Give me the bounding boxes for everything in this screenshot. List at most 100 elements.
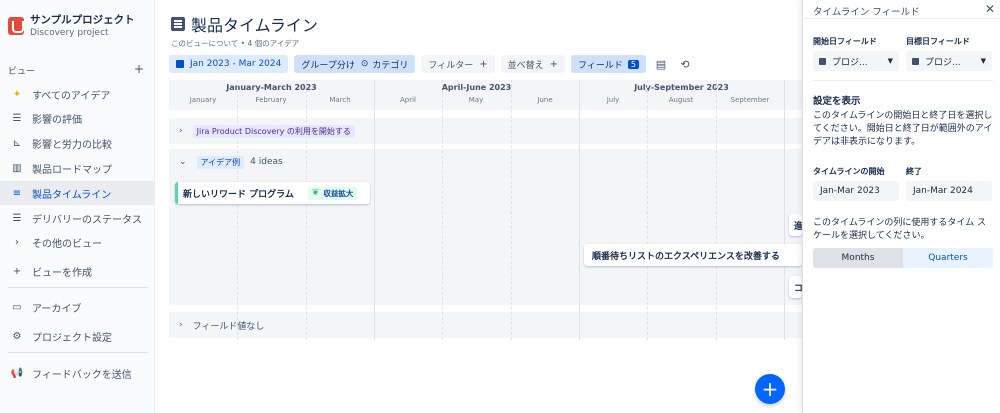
group-by-label: グループ分け — [301, 60, 355, 71]
target-field-select[interactable]: プロジ... ▼ — [906, 51, 992, 71]
grid-line — [237, 80, 238, 340]
project-type: Discovery project — [30, 28, 109, 38]
project-header[interactable]: サンプルプロジェクト Discovery project — [8, 14, 135, 39]
idea-tag-label: 収益拡大 — [323, 188, 354, 198]
start-field-select[interactable]: プロジ... ▼ — [813, 51, 899, 71]
idea-title: 順番待ちリストのエクスペリエンスを改善する — [592, 251, 780, 262]
group-by-button[interactable]: グループ分け ⊙ カテゴリ — [294, 55, 416, 73]
filter-button[interactable]: フィルター + — [421, 55, 495, 73]
sidebar-item-timeline[interactable]: ≡ 製品タイムライン — [0, 181, 154, 205]
sidebar-item-label: すべてのアイデア — [32, 90, 111, 102]
sidebar-item-create-view[interactable]: + ビューを作成 — [0, 259, 154, 283]
sidebar-item-impact-effort[interactable]: ⊾ 影響と労力の比較 — [0, 131, 154, 155]
sidebar-item-feedback[interactable]: 📢 フィードバックを送信 — [0, 361, 154, 385]
idea-title: 新しいリワード プログラム — [183, 189, 294, 200]
timeline-end-select[interactable]: Jan-Mar 2024 — [906, 181, 992, 201]
group-label: フィールド値なし — [192, 321, 265, 332]
create-idea-button[interactable]: + — [755, 374, 785, 404]
grid-line — [374, 80, 375, 340]
timeline-start-label: タイムラインの開始 — [813, 167, 885, 176]
lightbulb-icon: ✦ — [12, 88, 22, 100]
add-view-button[interactable]: + — [134, 62, 144, 76]
date-range-button[interactable]: Jan 2023 - Mar 2024 — [169, 55, 289, 73]
calendar-icon — [912, 57, 919, 65]
chevron-right-icon: › — [15, 236, 19, 248]
sidebar-item-impact[interactable]: ☰ 影響の評価 — [0, 106, 154, 130]
idea-card[interactable]: コ — [789, 276, 803, 298]
quarter-label: January-March 2023 — [226, 83, 317, 92]
timeline-icon: ≡ — [12, 187, 22, 199]
idea-card[interactable]: 順番待ちリストのエクスペリエンスを改善する — [584, 244, 802, 266]
sidebar-item-all-ideas[interactable]: ✦ すべてのアイデア — [0, 82, 154, 106]
chevron-down-icon: ▼ — [980, 57, 986, 65]
time-scale-text: このタイムラインの列に使用するタイム スケールを選択してください。 — [813, 218, 987, 241]
chevron-down-icon: ▼ — [887, 57, 893, 65]
scale-option-quarters[interactable]: Quarters — [903, 248, 993, 268]
group-header-no-value[interactable]: › フィールド値なし — [169, 314, 802, 336]
timeline-fields-panel: タイムライン フィールド ✕ 開始日フィールド 目標日フィールド プロジ... … — [802, 0, 1000, 413]
month-label: September — [730, 96, 770, 104]
chevron-down-icon: ⌄ — [179, 157, 187, 167]
idea-card[interactable]: 新しいリワード プログラム ❦ 収益拡大 — [175, 182, 370, 204]
about-view-link[interactable]: このビューについて • 4 個のアイデア — [171, 38, 299, 49]
gear-icon: ⚙ — [12, 330, 22, 342]
fields-label: フィールド — [578, 60, 623, 71]
filter-label: フィルター — [428, 60, 474, 71]
group-header-sample-ideas[interactable]: ⌄ アイデア例 4 ideas — [169, 151, 802, 173]
sort-button[interactable]: 並べ替え + — [500, 55, 566, 73]
target-field-value: プロジ... — [925, 57, 961, 68]
grid-line — [442, 80, 443, 340]
sort-label: 並べ替え — [507, 60, 544, 71]
time-scale-toggle: Months Quarters — [813, 248, 993, 268]
card-accent — [175, 182, 178, 204]
month-label: January — [189, 96, 217, 104]
timeline-start-select[interactable]: Jan-Mar 2023 — [813, 181, 899, 201]
quarter-label: July-September 2023 — [634, 83, 729, 92]
auto-layout-icon[interactable]: ⟲ — [676, 55, 694, 73]
target-field-label: 目標日フィールド — [906, 37, 970, 46]
plus-icon: + — [12, 265, 22, 277]
sidebar-item-label: 影響の評価 — [32, 114, 82, 126]
sidebar-item-more-views[interactable]: › その他のビュー — [0, 230, 154, 254]
quarter-label: April-June 2023 — [441, 83, 512, 92]
idea-tag: ❦ 収益拡大 — [307, 186, 358, 200]
matrix-icon: ⊾ — [12, 137, 22, 149]
timeline-header: January-March 2023 April-June 2023 July-… — [169, 80, 802, 110]
start-field-value: プロジ... — [832, 57, 868, 68]
sidebar-item-roadmap[interactable]: ▥ 製品ロードマップ — [0, 156, 154, 180]
date-range-label: Jan 2023 - Mar 2024 — [190, 59, 282, 69]
sidebar-item-label: ビューを作成 — [32, 267, 92, 279]
sprout-icon: ❦ — [311, 188, 320, 198]
close-icon[interactable]: ✕ — [985, 2, 995, 16]
month-label: June — [537, 96, 553, 104]
sidebar-item-delivery[interactable]: ☰ デリバリーのステータス — [0, 206, 154, 230]
timeline-end-label: 終了 — [906, 167, 922, 176]
group-header-getting-started[interactable]: › Jira Product Discovery の利用を開始する — [169, 120, 802, 142]
sidebar-item-settings[interactable]: ⚙ プロジェクト設定 — [0, 324, 154, 348]
group-label: Jira Product Discovery の利用を開始する — [192, 124, 355, 138]
sidebar-item-archive[interactable]: ▭ アーカイブ — [0, 295, 154, 319]
calendar-icon — [819, 57, 826, 65]
scale-option-months[interactable]: Months — [813, 248, 903, 268]
page-title: 製品タイムライン — [171, 12, 318, 36]
sidebar-divider — [8, 352, 148, 353]
megaphone-icon: 📢 — [10, 367, 24, 379]
panel-divider — [803, 18, 1000, 19]
toolbar: Jan 2023 - Mar 2024 グループ分け ⊙ カテゴリ フィルター … — [169, 55, 700, 73]
fields-button[interactable]: フィールド 5 — [571, 55, 646, 73]
idea-card[interactable]: 進 — [789, 214, 803, 236]
archive-icon: ▭ — [12, 301, 22, 313]
sidebar-item-label: 製品ロードマップ — [32, 164, 112, 176]
main-area: 製品タイムライン このビューについて • 4 個のアイデア Jan 2023 -… — [155, 0, 803, 413]
timeline-grid: January-March 2023 April-June 2023 July-… — [169, 80, 803, 413]
list-icon: ☰ — [12, 112, 22, 124]
month-label: March — [329, 96, 351, 104]
month-label: April — [400, 96, 416, 104]
display-settings-heading: 設定を表示 — [813, 96, 861, 107]
grid-line — [647, 80, 648, 340]
grid-line — [579, 80, 580, 340]
views-section-title: ビュー — [8, 67, 36, 77]
timeline-icon — [171, 17, 185, 31]
layout-icon[interactable]: ▤ — [652, 55, 670, 73]
sidebar-item-label: フィードバックを送信 — [32, 369, 132, 381]
